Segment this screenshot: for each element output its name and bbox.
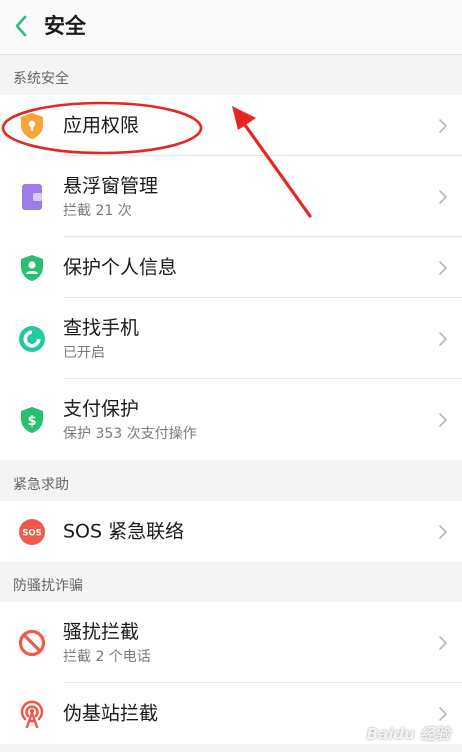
section-header-emergency: 紧急求助: [0, 461, 462, 501]
item-subtitle: 拦截 21 次: [63, 202, 132, 219]
item-title: SOS 紧急联络: [63, 520, 185, 542]
section-header-system-security: 系统安全: [0, 55, 462, 95]
shield-lock-icon: [17, 111, 47, 141]
section-emergency: SOS SOS 紧急联络: [0, 501, 462, 562]
chevron-right-icon: [439, 524, 447, 539]
item-subtitle: 保护 353 次支付操作: [63, 425, 197, 442]
section-header-anti-harassment: 防骚扰诈骗: [0, 562, 462, 602]
item-title: 保护个人信息: [63, 256, 178, 278]
top-app-bar: 安全: [0, 0, 462, 55]
back-button[interactable]: [6, 10, 36, 42]
page-title: 安全: [44, 14, 86, 38]
floating-window-icon: [17, 182, 47, 212]
chevron-right-icon: [439, 189, 447, 204]
list-item-fake-base-station-block[interactable]: 伪基站拦截: [0, 683, 462, 744]
chevron-right-icon: [439, 118, 447, 133]
section-label: 防骚扰诈骗: [13, 578, 83, 594]
block-icon: [17, 628, 47, 658]
section-label: 紧急求助: [13, 477, 69, 493]
locate-phone-icon: [17, 324, 47, 354]
section-label: 系统安全: [13, 71, 69, 87]
shield-user-icon: [17, 253, 47, 283]
chevron-right-icon: [439, 635, 447, 650]
sos-icon-label: SOS: [22, 528, 41, 538]
list-item-protect-personal-info[interactable]: 保护个人信息: [0, 237, 462, 298]
list-item-harassment-block[interactable]: 骚扰拦截 拦截 2 个电话: [0, 602, 462, 683]
item-title: 伪基站拦截: [63, 702, 159, 724]
sos-icon: SOS: [17, 517, 47, 547]
list-item-floating-window[interactable]: 悬浮窗管理 拦截 21 次: [0, 156, 462, 237]
chevron-right-icon: [439, 706, 447, 721]
item-title: 应用权限: [63, 114, 140, 136]
signal-tower-icon: [17, 699, 47, 729]
svg-text:$: $: [27, 414, 36, 429]
list-item-find-phone[interactable]: 查找手机 已开启: [0, 298, 462, 379]
chevron-right-icon: [439, 260, 447, 275]
item-title: 骚扰拦截: [63, 620, 140, 643]
item-subtitle: 拦截 2 个电话: [63, 648, 151, 665]
chevron-left-icon: [15, 15, 27, 37]
section-system-security: 应用权限 悬浮窗管理 拦截 21 次 保护个人信息 查找手机 已开启 $ 支付保…: [0, 95, 462, 460]
item-title: 查找手机: [63, 316, 140, 339]
chevron-right-icon: [439, 331, 447, 346]
item-title: 悬浮窗管理: [63, 174, 159, 197]
list-item-app-permissions[interactable]: 应用权限: [0, 95, 462, 156]
shield-dollar-icon: $: [17, 405, 47, 435]
item-title: 支付保护: [63, 397, 140, 420]
section-anti-harassment: 骚扰拦截 拦截 2 个电话 伪基站拦截: [0, 602, 462, 744]
item-subtitle: 已开启: [63, 344, 105, 361]
list-item-sos-contact[interactable]: SOS SOS 紧急联络: [0, 501, 462, 562]
list-item-payment-protection[interactable]: $ 支付保护 保护 353 次支付操作: [0, 379, 462, 460]
chevron-right-icon: [439, 412, 447, 427]
